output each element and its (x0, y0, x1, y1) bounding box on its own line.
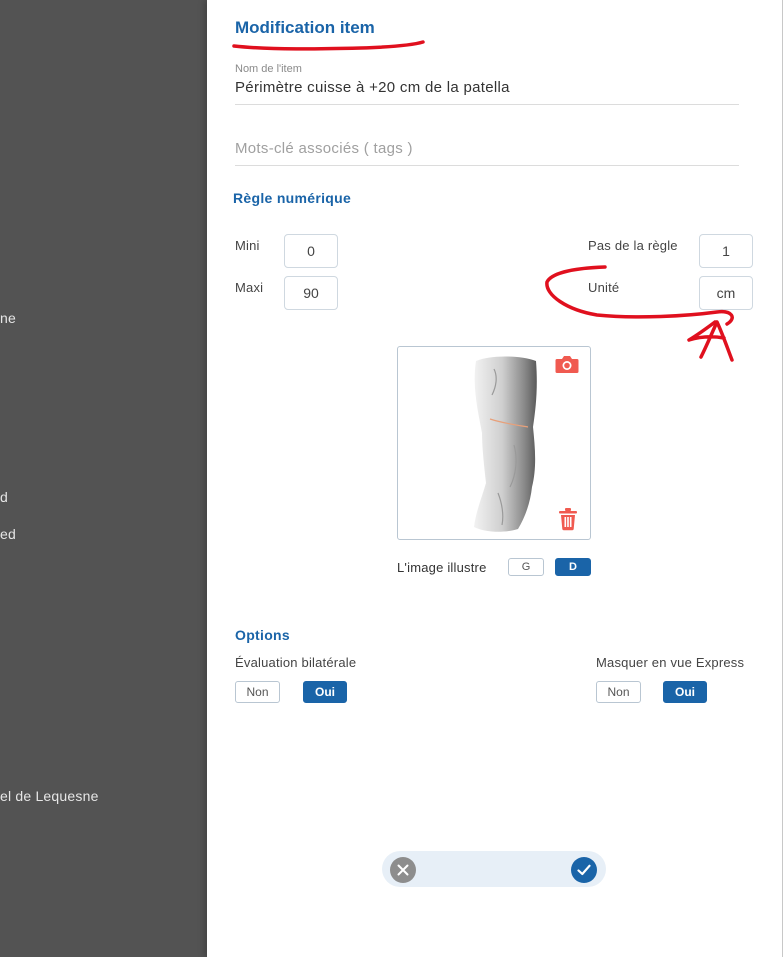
illustration-side-label: L'image illustre (397, 560, 487, 575)
express-yes-button[interactable]: Oui (663, 681, 707, 703)
background-text: ne (0, 310, 16, 326)
step-label: Pas de la règle (588, 238, 678, 253)
bilateral-no-button[interactable]: Non (235, 681, 280, 703)
mini-input[interactable]: 0 (284, 234, 338, 268)
unit-label: Unité (588, 280, 620, 295)
tags-input[interactable]: Mots-clé associés ( tags ) (235, 140, 413, 157)
mini-label: Mini (235, 238, 260, 253)
item-name-label: Nom de l'item (235, 63, 302, 75)
item-name-input[interactable]: Périmètre cuisse à +20 cm de la patella (235, 79, 510, 96)
page-backdrop[interactable]: ne d ed el de Lequesne (0, 0, 207, 957)
check-icon (577, 864, 591, 876)
express-no-button[interactable]: Non (596, 681, 641, 703)
maxi-label: Maxi (235, 280, 264, 295)
close-icon (397, 864, 409, 876)
item-name-underline (235, 104, 739, 105)
background-text: el de Lequesne (0, 788, 99, 804)
numeric-rule-title: Règle numérique (233, 190, 352, 206)
background-text: ed (0, 526, 16, 542)
bilateral-yes-button[interactable]: Oui (303, 681, 347, 703)
panel-title: Modification item (235, 18, 375, 37)
step-input[interactable]: 1 (699, 234, 753, 268)
side-left-button[interactable]: G (508, 558, 544, 576)
express-label: Masquer en vue Express (596, 655, 745, 670)
action-bar (382, 851, 606, 887)
bilateral-label: Évaluation bilatérale (235, 655, 357, 670)
trash-icon[interactable] (557, 507, 579, 531)
camera-icon[interactable] (554, 353, 580, 375)
unit-input[interactable]: cm (699, 276, 753, 310)
confirm-button[interactable] (571, 857, 597, 883)
edit-item-panel: Modification item Nom de l'item Périmètr… (207, 0, 783, 957)
maxi-input[interactable]: 90 (284, 276, 338, 310)
tags-underline (235, 165, 739, 166)
side-right-button[interactable]: D (555, 558, 591, 576)
cancel-button[interactable] (390, 857, 416, 883)
item-illustration (397, 346, 591, 540)
annotation-underline (232, 40, 425, 51)
background-text: d (0, 489, 8, 505)
options-title: Options (235, 627, 290, 643)
